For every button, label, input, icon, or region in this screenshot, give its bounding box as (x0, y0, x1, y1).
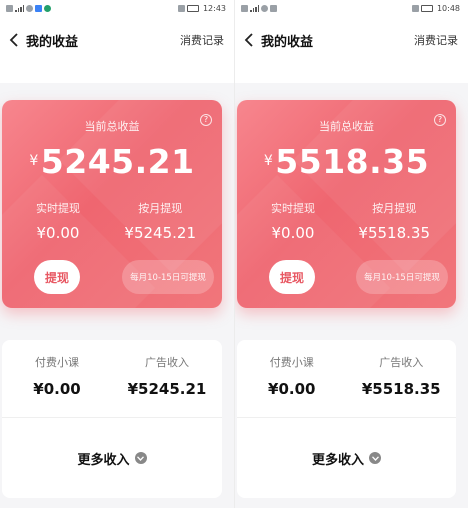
monthly-withdraw-note: 每月10-15日可提现 (356, 260, 448, 294)
total-earnings-label: 当前总收益 (84, 120, 140, 133)
app-notification-icon (44, 4, 51, 12)
monthly-withdraw-block: 按月提现 ¥5518.35 (358, 200, 430, 242)
monthly-withdraw-value: ¥5518.35 (358, 224, 430, 242)
nav-bar: 我的收益 消费记录 (0, 16, 234, 64)
total-earnings-amount: ¥5518.35 (237, 142, 456, 181)
currency-symbol: ¥ (29, 153, 39, 169)
status-icons-left (6, 4, 51, 12)
status-bar: 10:48 (235, 0, 468, 16)
back-chevron-icon[interactable] (4, 30, 24, 50)
monthly-withdraw-block: 按月提现 ¥5245.21 (124, 200, 196, 242)
battery-icon (186, 4, 199, 12)
paid-course-income[interactable]: 付费小课 ¥0.00 (237, 340, 347, 417)
ad-income-label: 广告收入 (145, 356, 189, 369)
realtime-withdraw-value: ¥0.00 (36, 224, 80, 242)
consumption-record-link[interactable]: 消费记录 (414, 32, 458, 48)
income-breakdown-row: 付费小课 ¥0.00 广告收入 ¥5245.21 (2, 340, 222, 418)
income-breakdown-row: 付费小课 ¥0.00 广告收入 ¥5518.35 (237, 340, 456, 418)
total-earnings-label: 当前总收益 (319, 120, 374, 133)
total-earnings-value: 5245.21 (40, 142, 195, 181)
notification-icon (241, 4, 248, 12)
ad-income-label: 广告收入 (379, 356, 424, 369)
ad-income-value: ¥5518.35 (361, 380, 441, 398)
status-bar: 12:43 (0, 0, 234, 16)
paid-course-value: ¥0.00 (33, 380, 81, 398)
earnings-card: ? 当前总收益 ¥5245.21 实时提现 ¥0.00 按月提现 ¥5245.2… (2, 100, 222, 308)
status-icons-left (241, 4, 277, 12)
withdraw-button[interactable]: 提现 (269, 260, 315, 294)
realtime-withdraw-block: 实时提现 ¥0.00 (36, 200, 80, 242)
wifi-icon (26, 4, 33, 12)
screenshots-row: 12:43 我的收益 消费记录 ? 当前总收益 ¥5245.21 实时提现 ¥0… (0, 0, 468, 508)
income-panel: 付费小课 ¥0.00 广告收入 ¥5245.21 更多收入 (2, 340, 222, 498)
total-earnings-value: 5518.35 (275, 142, 430, 181)
back-chevron-icon[interactable] (239, 30, 259, 50)
realtime-withdraw-block: 实时提现 ¥0.00 (271, 200, 315, 242)
more-income-button[interactable]: 更多收入 (237, 418, 456, 498)
page-title: 我的收益 (261, 34, 314, 50)
nav-bar: 我的收益 消费记录 (235, 16, 468, 64)
currency-symbol: ¥ (263, 153, 274, 169)
page-title: 我的收益 (26, 34, 79, 50)
realtime-withdraw-label: 实时提现 (36, 202, 80, 215)
total-earnings-amount: ¥5245.21 (2, 142, 222, 181)
more-income-label: 更多收入 (311, 452, 364, 468)
monthly-withdraw-label: 按月提现 (138, 202, 183, 215)
notification-icon (6, 4, 13, 12)
paid-course-income[interactable]: 付费小课 ¥0.00 (2, 340, 112, 417)
app-notification-icon (270, 4, 277, 12)
chevron-down-icon (134, 452, 147, 464)
ad-income[interactable]: 广告收入 ¥5245.21 (112, 340, 222, 417)
status-icons-right: 12:43 (177, 3, 226, 13)
earnings-card: ? 当前总收益 ¥5518.35 实时提现 ¥0.00 按月提现 ¥5518.3… (237, 100, 456, 308)
withdraw-button[interactable]: 提现 (34, 260, 80, 294)
spacer (235, 64, 468, 83)
wifi-icon (261, 4, 268, 12)
realtime-withdraw-value: ¥0.00 (271, 224, 315, 242)
signal-icon (250, 4, 259, 12)
vibrate-icon (177, 4, 185, 12)
battery-icon (420, 4, 433, 12)
more-income-label: 更多收入 (77, 452, 130, 468)
consumption-record-link[interactable]: 消费记录 (180, 32, 224, 48)
more-income-button[interactable]: 更多收入 (2, 418, 222, 498)
ad-income-value: ¥5245.21 (127, 380, 207, 398)
signal-icon (15, 4, 24, 12)
paid-course-label: 付费小课 (269, 356, 314, 369)
status-time: 10:48 (436, 3, 460, 13)
status-icons-right: 10:48 (411, 3, 460, 13)
realtime-withdraw-label: 实时提现 (271, 202, 315, 215)
monthly-withdraw-value: ¥5245.21 (124, 224, 196, 242)
ad-income[interactable]: 广告收入 ¥5518.35 (347, 340, 457, 417)
monthly-withdraw-note: 每月10-15日可提现 (122, 260, 214, 294)
income-panel: 付费小课 ¥0.00 广告收入 ¥5518.35 更多收入 (237, 340, 456, 498)
chevron-down-icon (369, 452, 381, 464)
vibrate-icon (411, 4, 419, 12)
paid-course-value: ¥0.00 (268, 380, 316, 398)
monthly-withdraw-label: 按月提现 (372, 202, 417, 215)
paid-course-label: 付费小课 (35, 356, 79, 369)
phone-screen-left: 12:43 我的收益 消费记录 ? 当前总收益 ¥5245.21 实时提现 ¥0… (0, 0, 234, 508)
spacer (0, 64, 234, 83)
app-notification-icon (35, 4, 42, 12)
phone-screen-right: 10:48 我的收益 消费记录 ? 当前总收益 ¥5518.35 实时提现 ¥0… (234, 0, 468, 508)
status-time: 12:43 (202, 3, 226, 13)
